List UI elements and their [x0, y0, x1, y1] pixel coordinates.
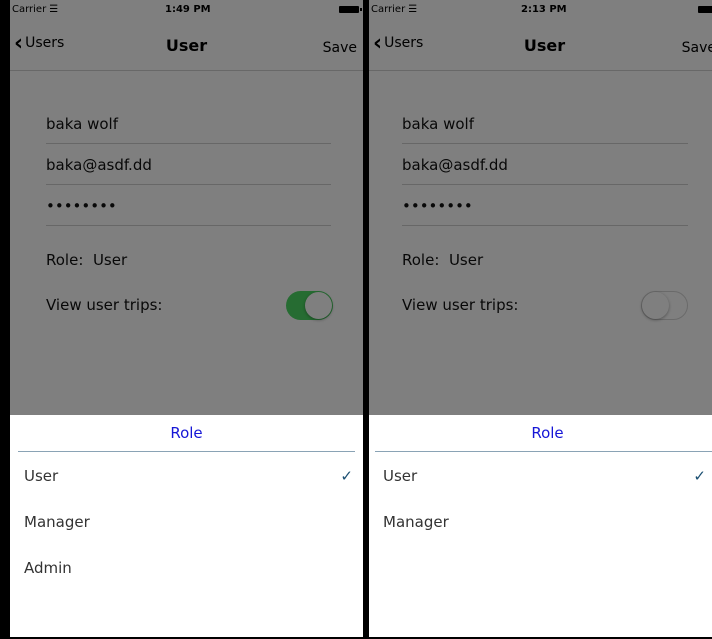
option-label: User — [24, 467, 59, 485]
role-option-manager[interactable]: Manager — [383, 499, 702, 545]
user-screen: Carrier☰ 2:13 PM ‹Users User Save baka w… — [369, 0, 712, 637]
dim-overlay[interactable] — [10, 0, 363, 415]
option-label: Manager — [24, 513, 90, 531]
option-label: Admin — [24, 559, 72, 577]
role-option-user[interactable]: User ✓ — [24, 453, 353, 499]
role-picker-sheet: Role User ✓ Manager — [369, 415, 712, 637]
user-screen: Carrier☰ 1:49 PM ‹Users User Save baka w… — [10, 0, 363, 637]
checkmark-icon: ✓ — [693, 467, 706, 485]
role-picker-title: Role — [375, 415, 712, 452]
dim-overlay[interactable] — [369, 0, 712, 415]
option-label: Manager — [383, 513, 449, 531]
role-picker-sheet: Role User ✓ Manager Admin — [10, 415, 363, 637]
checkmark-icon: ✓ — [340, 467, 353, 485]
role-option-manager[interactable]: Manager — [24, 499, 353, 545]
option-label: User — [383, 467, 418, 485]
role-option-user[interactable]: User ✓ — [383, 453, 706, 499]
role-picker-title: Role — [18, 415, 355, 452]
phone-screen-right: Carrier☰ 2:13 PM ‹Users User Save baka w… — [369, 0, 712, 637]
role-option-admin[interactable]: Admin — [24, 545, 353, 591]
phone-screen-left: Carrier☰ 1:49 PM ‹Users User Save baka w… — [10, 0, 363, 637]
